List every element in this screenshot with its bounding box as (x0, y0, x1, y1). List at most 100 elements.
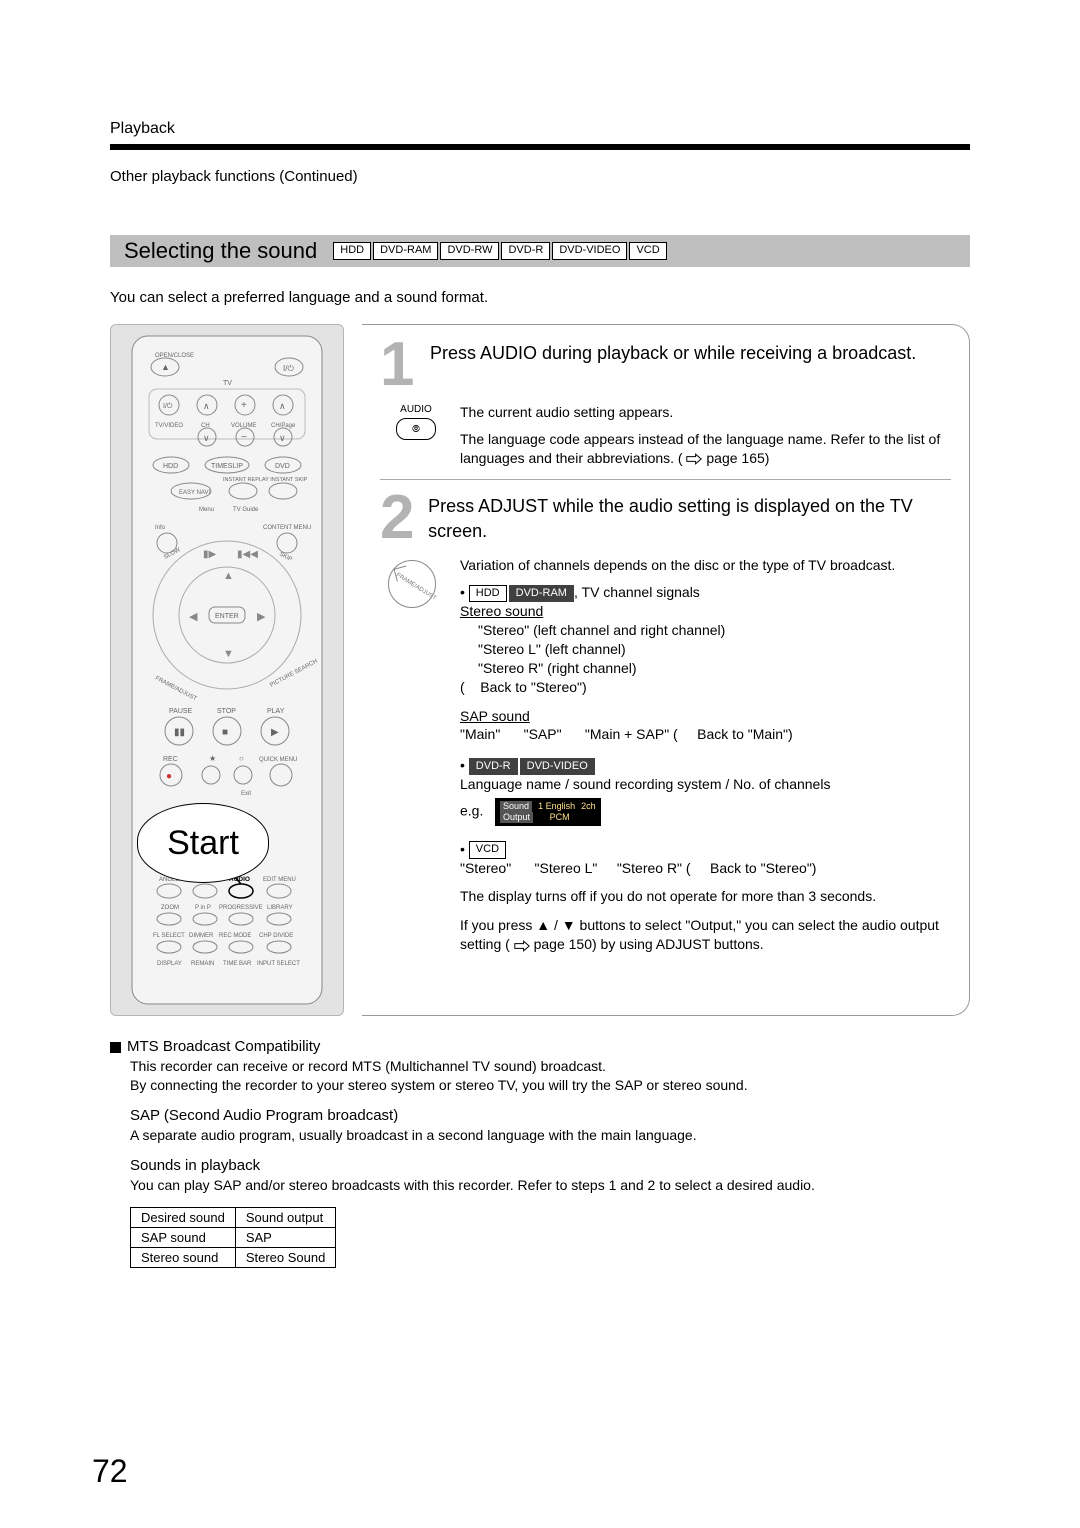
svg-text:I/⏻: I/⏻ (283, 364, 294, 373)
lang-line: Language name / sound recording system /… (460, 775, 951, 794)
svg-text:○: ○ (239, 754, 244, 763)
pill-dvd-ram: DVD-RAM (373, 242, 438, 259)
svg-text:INSTANT REPLAY INSTANT SKIP: INSTANT REPLAY INSTANT SKIP (223, 477, 308, 483)
step1-line1: The current audio setting appears. (460, 403, 951, 422)
svg-text:PLAY: PLAY (267, 708, 285, 715)
step-1-header: 1 Press AUDIO during playback or while r… (380, 337, 951, 393)
step1-line2: The language code appears instead of the… (460, 430, 951, 468)
svg-text:TIME BAR: TIME BAR (223, 961, 252, 967)
table-row: Stereo sound Stereo Sound (131, 1247, 336, 1267)
svg-text:I/⏻: I/⏻ (163, 402, 173, 410)
audio-button-icon: AUDIO ⦾ (388, 403, 444, 468)
sap-sub-p: A separate audio program, usually broadc… (130, 1126, 970, 1145)
svg-text:▼: ▼ (223, 648, 234, 660)
pill-hdd-inline: HDD (469, 585, 507, 602)
step-2-header: 2 Press ADJUST while the audio setting i… (380, 490, 951, 546)
step-1-number: 1 (380, 337, 420, 393)
svg-text:▮◀◀: ▮◀◀ (237, 549, 258, 560)
sap-heading: SAP sound (460, 707, 951, 726)
intro-text: You can select a preferred language and … (110, 289, 970, 306)
pill-vcd: VCD (629, 242, 666, 259)
table-cell: Stereo Sound (235, 1247, 336, 1267)
remote-illustration: OPEN/CLOSE ▲ I/⏻ TV I/⏻ ∧ + ∧ TV/VIDEO C… (110, 324, 344, 1016)
start-label: Start (167, 824, 239, 863)
tv-signals-line: • HDD DVD-RAM , TV channel signals (460, 583, 951, 602)
svg-text:◀: ◀ (189, 611, 198, 623)
step-divider (380, 479, 951, 480)
arrow-right-icon (514, 940, 530, 952)
remote-svg: OPEN/CLOSE ▲ I/⏻ TV I/⏻ ∧ + ∧ TV/VIDEO C… (131, 335, 323, 1005)
stereo-line-3: ( Back to "Stereo") (460, 678, 951, 697)
vcd-pill-line: • VCD (460, 840, 951, 859)
sap-sub-heading: SAP (Second Audio Program broadcast) (130, 1107, 970, 1124)
sounds-playback-p: You can play SAP and/or stereo broadcast… (130, 1176, 970, 1195)
step-2-body: FRAME/ADJUST Variation of channels depen… (388, 556, 951, 954)
svg-text:P in P: P in P (195, 905, 211, 911)
svg-text:▶: ▶ (257, 611, 266, 623)
mts-section: MTS Broadcast Compatibility This recorde… (110, 1038, 970, 1268)
pill-dvd-rw: DVD-RW (440, 242, 499, 259)
svg-text:DVD: DVD (275, 463, 290, 470)
svg-text:REC MODE: REC MODE (219, 933, 251, 939)
svg-text:−: − (241, 432, 247, 443)
svg-text:●: ● (166, 771, 172, 782)
svg-text:LIBRARY: LIBRARY (267, 905, 293, 911)
svg-text:STOP: STOP (217, 708, 236, 715)
header-rule (110, 144, 970, 150)
svg-text:+: + (241, 400, 247, 411)
svg-text:∨: ∨ (279, 433, 286, 443)
eg-row: e.g. Sound 1 English 2ch Output x PCM (460, 798, 951, 826)
table-row: Desired sound Sound output (131, 1207, 336, 1227)
sound-output-table: Desired sound Sound output SAP sound SAP… (130, 1207, 336, 1268)
mts-heading: MTS Broadcast Compatibility (110, 1038, 970, 1055)
page-number: 72 (92, 1453, 128, 1490)
svg-text:EDIT MENU: EDIT MENU (263, 877, 296, 883)
svg-text:∨: ∨ (203, 433, 210, 443)
pill-hdd: HDD (333, 242, 371, 259)
svg-text:▶: ▶ (271, 727, 279, 738)
svg-text:CONTENT MENU: CONTENT MENU (263, 525, 311, 531)
sounds-playback-heading: Sounds in playback (130, 1157, 970, 1174)
sap-line: "Main" "SAP" "Main + SAP" ( Back to "Mai… (460, 725, 951, 744)
stereo-line-1: "Stereo L" (left channel) (478, 640, 951, 659)
svg-text:CHP DIVIDE: CHP DIVIDE (259, 933, 293, 939)
table-cell: SAP (235, 1227, 336, 1247)
svg-text:ENTER: ENTER (215, 613, 239, 620)
dvdr-line: • DVD-R DVD-VIDEO (460, 756, 951, 775)
stereo-line-0: "Stereo" (left channel and right channel… (478, 621, 951, 640)
step-2-number: 2 (380, 490, 418, 546)
adjust-knob-icon: FRAME/ADJUST (388, 556, 444, 954)
svg-text:PAUSE: PAUSE (169, 708, 193, 715)
format-pill-group: HDD DVD-RAM DVD-RW DVD-R DVD-VIDEO VCD (333, 242, 666, 259)
main-panel: OPEN/CLOSE ▲ I/⏻ TV I/⏻ ∧ + ∧ TV/VIDEO C… (110, 324, 970, 1016)
svg-text:∧: ∧ (279, 401, 286, 411)
svg-text:∧: ∧ (203, 401, 210, 411)
start-callout: Start (137, 803, 269, 883)
varline: Variation of channels depends on the dis… (460, 556, 951, 575)
mts-p1: This recorder can receive or record MTS … (130, 1057, 970, 1095)
svg-text:Info: Info (155, 525, 166, 531)
step-1-body: AUDIO ⦾ The current audio setting appear… (388, 403, 951, 468)
svg-text:Exit: Exit (241, 791, 251, 797)
svg-text:TV: TV (223, 380, 232, 387)
step-2-title: Press ADJUST while the audio setting is … (428, 490, 951, 543)
svg-text:▮▮: ▮▮ (174, 727, 185, 738)
off-line: The display turns off if you do not oper… (460, 887, 951, 906)
output-line: If you press ▲ / ▼ buttons to select "Ou… (460, 916, 951, 954)
svg-text:TV Guide: TV Guide (233, 507, 259, 513)
pill-vcd-inline: VCD (469, 841, 506, 858)
pill-dvdr-inline: DVD-R (469, 758, 518, 775)
osd-example-icon: Sound 1 English 2ch Output x PCM (495, 798, 601, 826)
svg-text:Menu: Menu (199, 507, 214, 513)
svg-text:DIMMER: DIMMER (189, 933, 214, 939)
svg-text:PROGRESSIVE: PROGRESSIVE (219, 905, 263, 911)
audio-icon-label: AUDIO (388, 403, 444, 417)
svg-text:DISPLAY: DISPLAY (157, 961, 182, 967)
svg-text:■: ■ (222, 727, 228, 738)
stereo-heading: Stereo sound (460, 602, 951, 621)
table-cell: SAP sound (131, 1227, 236, 1247)
svg-text:ZOOM: ZOOM (161, 905, 179, 911)
section-title-bar: Selecting the sound HDD DVD-RAM DVD-RW D… (110, 235, 970, 267)
pill-dvdvideo-inline: DVD-VIDEO (520, 758, 595, 775)
audio-pill-icon: ⦾ (396, 418, 436, 440)
